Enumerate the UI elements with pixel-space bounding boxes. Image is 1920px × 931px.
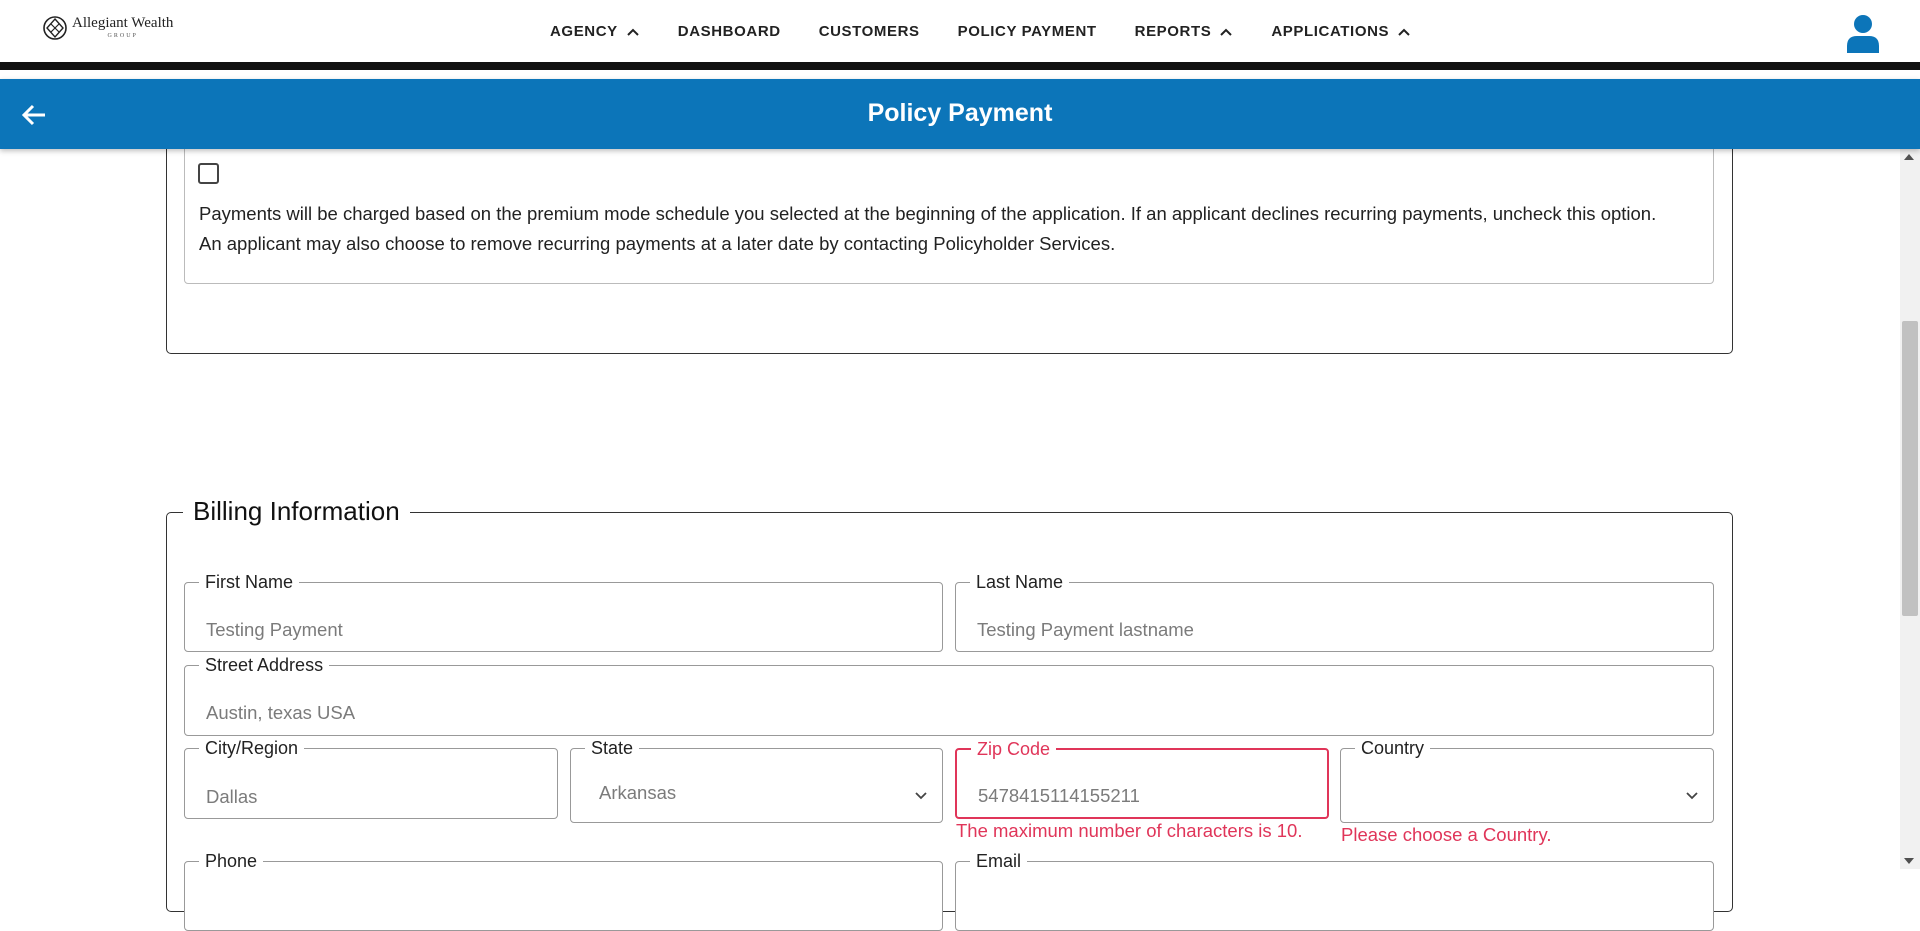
recurring-payment-checkbox[interactable]	[198, 163, 219, 184]
phone-field[interactable]: Phone	[184, 850, 943, 931]
brand-subtitle: GROUP	[107, 33, 138, 39]
last-name-value: Testing Payment lastname	[977, 619, 1194, 640]
chevron-up-icon	[1398, 28, 1410, 36]
top-navigation: Allegiant Wealth GROUP AGENCY DASHBOARD …	[0, 0, 1920, 70]
zip-code-field[interactable]: Zip Code 5478415114155211	[955, 738, 1329, 819]
page-scrollbar[interactable]	[1900, 149, 1920, 869]
street-address-value: Austin, texas USA	[206, 702, 356, 723]
state-select[interactable]: State Arkansas	[570, 737, 943, 823]
chevron-down-icon	[915, 792, 927, 800]
recurring-payment-note: Payments will be charged based on the pr…	[199, 203, 1657, 254]
country-label: Country	[1355, 737, 1431, 759]
nav-item-applications[interactable]: APPLICATIONS	[1271, 23, 1411, 40]
state-label: State	[585, 737, 640, 759]
nav-label: AGENCY	[550, 23, 618, 40]
nav-label: POLICY PAYMENT	[957, 23, 1097, 40]
state-value: Arkansas	[599, 782, 677, 803]
nav-label: CUSTOMERS	[818, 23, 920, 40]
city-label: City/Region	[199, 737, 305, 759]
chevron-down-icon	[1686, 792, 1698, 800]
main-menu: AGENCY DASHBOARD CUSTOMERS POLICY PAYMEN…	[550, 23, 1449, 40]
last-name-label: Last Name	[970, 571, 1070, 593]
zip-code-label: Zip Code	[971, 738, 1057, 760]
brand-logo[interactable]: Allegiant Wealth GROUP	[42, 15, 173, 41]
nav-label: DASHBOARD	[677, 23, 781, 40]
nav-label: APPLICATIONS	[1271, 23, 1390, 40]
nav-item-reports[interactable]: REPORTS	[1135, 23, 1234, 40]
first-name-label: First Name	[199, 571, 300, 593]
scrollbar-thumb[interactable]	[1902, 321, 1918, 616]
billing-title: Billing Information	[183, 496, 410, 527]
page-title: Policy Payment	[867, 99, 1053, 127]
email-field[interactable]: Email	[955, 850, 1714, 931]
brand-name: Allegiant Wealth	[72, 15, 174, 31]
nav-item-policy-payment[interactable]: POLICY PAYMENT	[958, 23, 1097, 40]
zip-code-error: The maximum number of characters is 10.	[956, 820, 1303, 841]
scroll-up-arrow-icon[interactable]	[1904, 154, 1914, 160]
street-address-field[interactable]: Street Address Austin, texas USA	[184, 654, 1714, 736]
city-value: Dallas	[206, 786, 258, 807]
chevron-up-icon	[1220, 28, 1233, 36]
user-icon[interactable]	[1845, 13, 1881, 53]
logo-mark-icon	[43, 16, 67, 40]
first-name-value: Testing Payment	[206, 619, 343, 640]
city-field[interactable]: City/Region Dallas	[184, 737, 558, 819]
nav-item-agency[interactable]: AGENCY	[550, 23, 640, 40]
chevron-up-icon	[627, 28, 639, 36]
first-name-field[interactable]: First Name Testing Payment	[184, 571, 943, 652]
nav-item-dashboard[interactable]: DASHBOARD	[678, 23, 781, 40]
country-select[interactable]: Country	[1340, 737, 1714, 823]
street-address-label: Street Address	[199, 654, 330, 676]
country-error: Please choose a Country.	[1341, 824, 1552, 845]
page-header: Policy Payment	[0, 79, 1920, 149]
last-name-field[interactable]: Last Name Testing Payment lastname	[955, 571, 1714, 652]
zip-code-value: 5478415114155211	[978, 785, 1140, 806]
scroll-down-arrow-icon[interactable]	[1904, 858, 1914, 864]
nav-label: REPORTS	[1134, 23, 1212, 40]
nav-item-customers[interactable]: CUSTOMERS	[819, 23, 920, 40]
